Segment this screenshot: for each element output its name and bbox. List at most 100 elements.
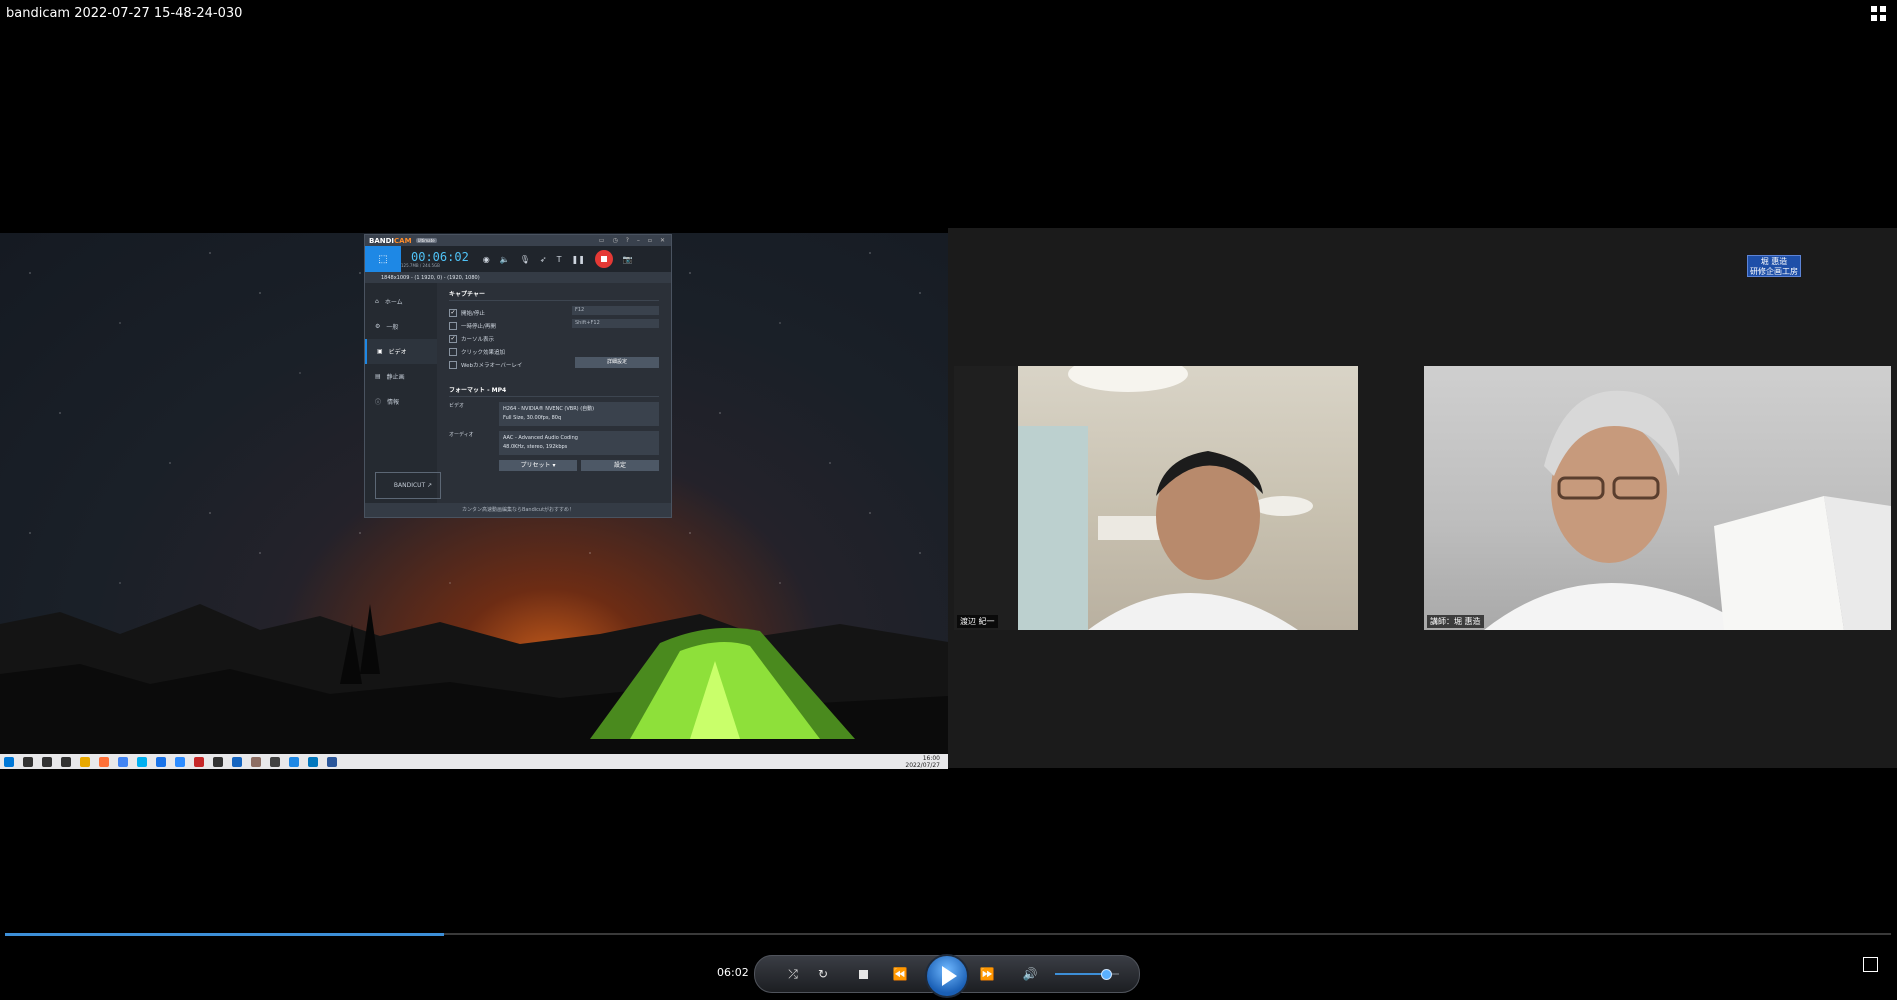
taskbar-icon-2[interactable] bbox=[42, 756, 52, 767]
shuffle-icon[interactable]: ⤮ bbox=[783, 964, 803, 984]
restore-icon[interactable]: ▫ bbox=[648, 237, 652, 244]
video-icon: ▣ bbox=[377, 348, 383, 355]
taskbar-icon-5[interactable] bbox=[99, 756, 109, 767]
hotkey-start-stop[interactable]: F12 bbox=[572, 306, 659, 315]
text-icon[interactable]: T bbox=[557, 255, 562, 264]
microphone-icon[interactable]: 🎙 bbox=[520, 255, 530, 264]
help-icon[interactable]: ? bbox=[626, 237, 629, 244]
format-heading: フォーマット - MP4 bbox=[449, 385, 659, 397]
taskbar-icon-9[interactable] bbox=[175, 756, 185, 767]
cursor-icon[interactable]: ➶ bbox=[540, 255, 547, 264]
tent-image bbox=[590, 627, 855, 739]
hotkey-pause[interactable]: Shift+F12 bbox=[572, 319, 659, 328]
mini-player-icon[interactable] bbox=[1863, 957, 1878, 972]
taskbar-icon-1[interactable] bbox=[23, 756, 33, 767]
clock-time: 16:00 bbox=[922, 754, 940, 762]
checkbox-unchecked[interactable] bbox=[449, 321, 457, 330]
participant-tile[interactable]: 渡辺 紀一 bbox=[954, 366, 1358, 630]
sidebar-item-label: ホーム bbox=[384, 299, 403, 306]
taskbar-icon-10[interactable] bbox=[194, 756, 204, 767]
audio-details: 48.0KHz, stereo, 192kbps bbox=[503, 444, 568, 450]
next-icon[interactable]: ⏩ bbox=[977, 964, 997, 984]
windows-taskbar: 16:00 2022/07/27 bbox=[0, 754, 948, 769]
camera-icon[interactable]: 📷 bbox=[623, 255, 633, 264]
video-format-box[interactable]: H264 - NVIDIA® NVENC (VBR) (自動) Full Siz… bbox=[499, 402, 659, 426]
taskbar-icon-6[interactable] bbox=[118, 756, 128, 767]
bandicam-titlebar: BANDICAM Ultimate ▭ ◷ ? – ▫ ✕ bbox=[365, 235, 671, 246]
participant-video bbox=[1018, 366, 1358, 630]
stop-icon[interactable] bbox=[853, 964, 873, 984]
checkbox-checked[interactable]: ✓ bbox=[449, 308, 457, 317]
sidebar-item-info[interactable]: ⓘ 情報 bbox=[365, 389, 437, 414]
volume-icon[interactable]: 🔊 bbox=[1020, 964, 1040, 984]
repeat-icon[interactable]: ↻ bbox=[813, 964, 833, 984]
taskbar-icon-0[interactable] bbox=[4, 756, 14, 767]
audio-format-box[interactable]: AAC - Advanced Audio Coding 48.0KHz, ste… bbox=[499, 431, 659, 455]
sidebar-item-video[interactable]: ▣ ビデオ bbox=[365, 339, 437, 364]
audio-format-row: オーディオ AAC - Advanced Audio Coding 48.0KH… bbox=[449, 431, 659, 455]
play-icon bbox=[941, 966, 957, 986]
bandicut-promo[interactable]: カンタン高速動画編集ならBandicutがおすすめ！ bbox=[365, 503, 671, 517]
player-controls: ⤮ ↻ ⏪ ⏩ 🔊 bbox=[754, 954, 1140, 998]
sidebar-item-general[interactable]: ⚙ 一般 bbox=[365, 314, 437, 339]
checkbox-unchecked[interactable] bbox=[449, 360, 457, 369]
volume-knob[interactable] bbox=[1100, 969, 1112, 980]
minimize-icon[interactable]: – bbox=[637, 237, 640, 244]
folder-icon[interactable]: ▭ bbox=[599, 237, 605, 244]
taskbar-icon-3[interactable] bbox=[61, 756, 71, 767]
checkbox-unchecked[interactable] bbox=[449, 347, 457, 356]
switch-to-library-icon[interactable] bbox=[1871, 6, 1887, 22]
advanced-settings-button[interactable]: 詳細設定 bbox=[575, 357, 659, 368]
format-settings-button[interactable]: 設定 bbox=[581, 460, 659, 471]
option-label: クリック効果追加 bbox=[461, 349, 506, 356]
home-icon: ⌂ bbox=[375, 298, 379, 305]
taskbar-icon-11[interactable] bbox=[213, 756, 223, 767]
clock-icon[interactable]: ◷ bbox=[612, 237, 617, 244]
volume-slider[interactable] bbox=[1055, 969, 1119, 980]
pause-icon[interactable]: ❚❚ bbox=[572, 255, 585, 264]
bandicut-button[interactable]: BANDICUT ↗ bbox=[375, 472, 441, 499]
video-format-row: ビデオ H264 - NVIDIA® NVENC (VBR) (自動) Full… bbox=[449, 402, 659, 426]
close-icon[interactable]: ✕ bbox=[660, 237, 665, 244]
speaker-tile[interactable]: 講師：堀 惠造 bbox=[1424, 366, 1891, 630]
sidebar-item-home[interactable]: ⌂ ホーム bbox=[365, 289, 437, 314]
option-label: 一時停止/再開 bbox=[461, 323, 496, 330]
window-title: bandicam 2022-07-27 15-48-24-030 bbox=[6, 6, 243, 21]
sidebar-item-image[interactable]: ▤ 静止画 bbox=[365, 364, 437, 389]
option-show-cursor[interactable]: ✓ カーソル表示 bbox=[449, 332, 659, 345]
checkbox-checked[interactable]: ✓ bbox=[449, 334, 457, 343]
host-name-badge: 堀 惠造 研修企画工房 bbox=[1747, 255, 1801, 277]
option-label: カーソル表示 bbox=[461, 336, 495, 343]
sidebar-item-label: ビデオ bbox=[388, 349, 407, 356]
speaker-image bbox=[1484, 390, 1891, 630]
screen-mode-icon: ⬚ bbox=[378, 253, 388, 265]
speaker-icon[interactable]: 🔈 bbox=[500, 255, 510, 264]
video-settings-panel: キャプチャー ✓ 開始/停止 一時停止/再開 ✓ カーソル表示 クリック効果追加 W… bbox=[437, 283, 671, 503]
stop-icon bbox=[600, 256, 607, 262]
taskbar-clock[interactable]: 16:00 2022/07/27 bbox=[905, 755, 940, 769]
taskbar-icon-14[interactable] bbox=[270, 756, 280, 767]
taskbar-icon-4[interactable] bbox=[80, 756, 90, 767]
clock-date: 2022/07/27 bbox=[905, 761, 940, 769]
recording-timer: 00:06:02 bbox=[411, 249, 469, 264]
screen-mode-button[interactable]: ⬚ bbox=[365, 246, 401, 272]
capture-target[interactable]: 1848x1009 - (1 1920, 0) - (1920, 1080) bbox=[365, 272, 671, 283]
preset-button[interactable]: プリセット ▾ bbox=[499, 460, 577, 471]
seek-bar[interactable] bbox=[5, 933, 1891, 936]
taskbar-icon-16[interactable] bbox=[308, 756, 318, 767]
sidebar-item-label: 情報 bbox=[387, 399, 400, 406]
recording-status: 00:06:02 125.7MB / 244.5GB bbox=[401, 251, 469, 268]
audio-codec: AAC - Advanced Audio Coding bbox=[503, 435, 578, 441]
taskbar-icon-15[interactable] bbox=[289, 756, 299, 767]
taskbar-icon-7[interactable] bbox=[137, 756, 147, 767]
webcam-icon[interactable]: ◉ bbox=[483, 255, 490, 264]
zoom-gallery: 堀 惠造 研修企画工房 渡辺 紀一 講師：堀 惠造 bbox=[948, 228, 1897, 768]
taskbar-icon-17[interactable] bbox=[327, 756, 337, 767]
taskbar-icon-12[interactable] bbox=[232, 756, 242, 767]
taskbar-icon-13[interactable] bbox=[251, 756, 261, 767]
taskbar-icon-8[interactable] bbox=[156, 756, 166, 767]
previous-icon[interactable]: ⏪ bbox=[890, 964, 910, 984]
bandicam-sidebar: ⌂ ホーム ⚙ 一般 ▣ ビデオ ▤ 静止画 ⓘ 情報 BANDICUT ↗ bbox=[365, 283, 441, 503]
stop-record-button[interactable] bbox=[594, 250, 613, 268]
play-button[interactable] bbox=[925, 954, 969, 998]
